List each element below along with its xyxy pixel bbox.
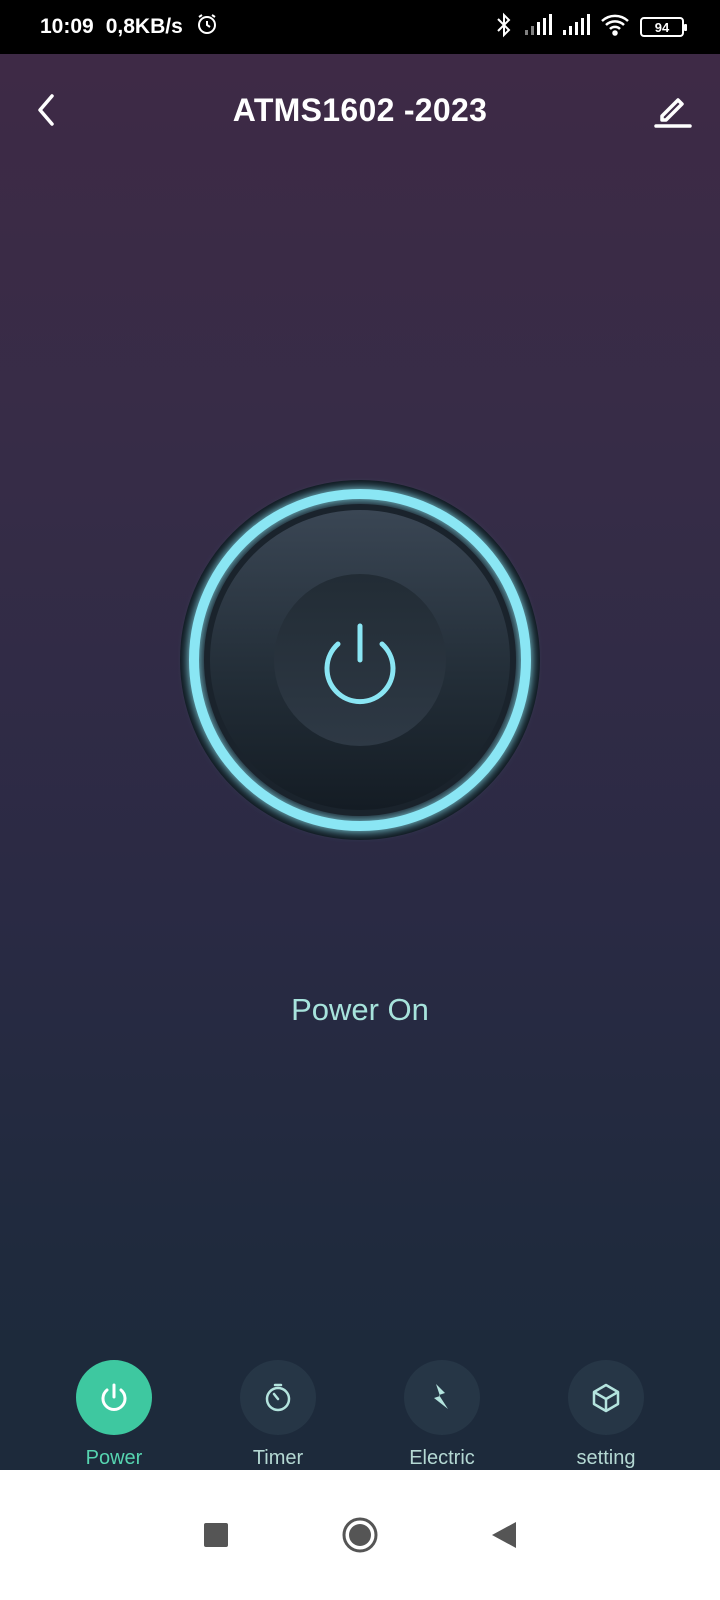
network-speed: 0,8KB/s — [105, 15, 183, 38]
battery-level: 94 — [654, 19, 670, 35]
signal-icon — [562, 13, 590, 41]
nav-item-power[interactable]: Power — [49, 1330, 179, 1470]
status-left: 10:09 0,8KB/s — [40, 12, 219, 42]
status-right: 94 — [494, 12, 687, 43]
back-icon — [492, 1522, 516, 1548]
power-status-text: Power On — [291, 992, 429, 1027]
chevron-left-icon — [38, 94, 54, 126]
battery-icon: 94 — [640, 17, 687, 37]
edit-button[interactable] — [650, 88, 694, 132]
lightning-icon — [434, 1383, 448, 1409]
nav-item-setting[interactable]: setting — [541, 1330, 671, 1470]
timer-icon — [265, 1383, 291, 1411]
power-knob-graphic — [180, 480, 540, 840]
header: ATMS1602 -2023 — [0, 54, 720, 166]
nav-power-circle — [76, 1360, 152, 1435]
home-icon — [342, 1517, 378, 1553]
nav-timer-circle — [240, 1360, 316, 1435]
nav-item-electric[interactable]: Electric — [377, 1330, 507, 1470]
recents-icon — [204, 1523, 228, 1547]
back-button[interactable] — [26, 88, 70, 132]
nav-label-electric: Electric — [409, 1447, 475, 1469]
bluetooth-icon — [494, 12, 514, 43]
signal-icon — [524, 13, 552, 41]
page-title: ATMS1602 -2023 — [232, 91, 488, 128]
nav-electric-circle — [404, 1360, 480, 1435]
nav-label-timer: Timer — [252, 1447, 304, 1469]
home-button[interactable] — [338, 1513, 382, 1557]
nav-item-timer[interactable]: Timer — [213, 1330, 343, 1470]
nav-label-power: Power — [85, 1447, 143, 1469]
status-bar: 10:09 0,8KB/s 94 — [0, 0, 720, 54]
status-time: 10:09 — [40, 15, 94, 38]
pencil-icon — [654, 98, 692, 128]
system-nav-bar — [0, 1470, 720, 1600]
nav-setting-circle — [568, 1360, 644, 1435]
cube-icon — [592, 1383, 620, 1412]
nav-label-setting: setting — [576, 1447, 636, 1469]
back-nav-button[interactable] — [482, 1513, 526, 1557]
recents-button[interactable] — [194, 1513, 238, 1557]
wifi-icon — [600, 13, 630, 42]
power-icon — [101, 1383, 127, 1411]
alarm-icon — [195, 12, 219, 42]
app-screen: ATMS1602 -2023 Power On Power Timer Elec… — [0, 54, 720, 1470]
bottom-nav: Power Timer Electric setting — [0, 1330, 720, 1470]
power-toggle-button[interactable] — [178, 478, 542, 842]
